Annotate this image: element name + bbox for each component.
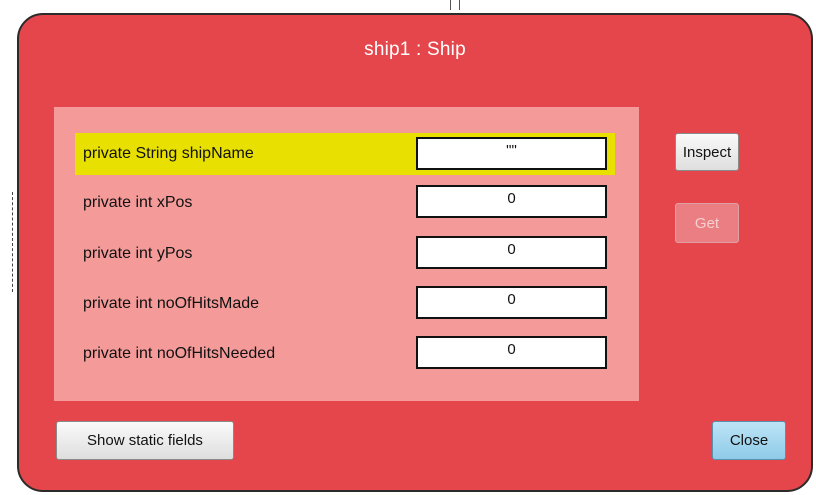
- inspect-button[interactable]: Inspect: [675, 133, 739, 171]
- field-value: 0: [416, 185, 607, 218]
- field-value: 0: [416, 286, 607, 319]
- get-button[interactable]: Get: [675, 203, 739, 243]
- field-row-shipname[interactable]: private String shipName "": [75, 133, 617, 175]
- fields-panel: private String shipName "" private int x…: [54, 107, 639, 401]
- show-static-fields-button[interactable]: Show static fields: [56, 421, 234, 460]
- close-button[interactable]: Close: [712, 421, 786, 460]
- window-title: ship1 : Ship: [364, 39, 466, 60]
- screen: ship1 : Ship private String shipName "" …: [0, 0, 816, 495]
- field-row-noofhitsneeded[interactable]: private int noOfHitsNeeded 0: [75, 333, 617, 375]
- window-edge-marker: [12, 192, 13, 292]
- field-value: 0: [416, 336, 607, 369]
- field-value: 0: [416, 236, 607, 269]
- object-inspector-window: ship1 : Ship private String shipName "" …: [17, 13, 813, 492]
- field-row-noofhitsmade[interactable]: private int noOfHitsMade 0: [75, 283, 617, 325]
- field-row-xpos[interactable]: private int xPos 0: [75, 182, 617, 224]
- field-row-ypos[interactable]: private int yPos 0: [75, 233, 617, 275]
- resize-handle-top: [450, 0, 460, 10]
- field-value: "": [416, 137, 607, 170]
